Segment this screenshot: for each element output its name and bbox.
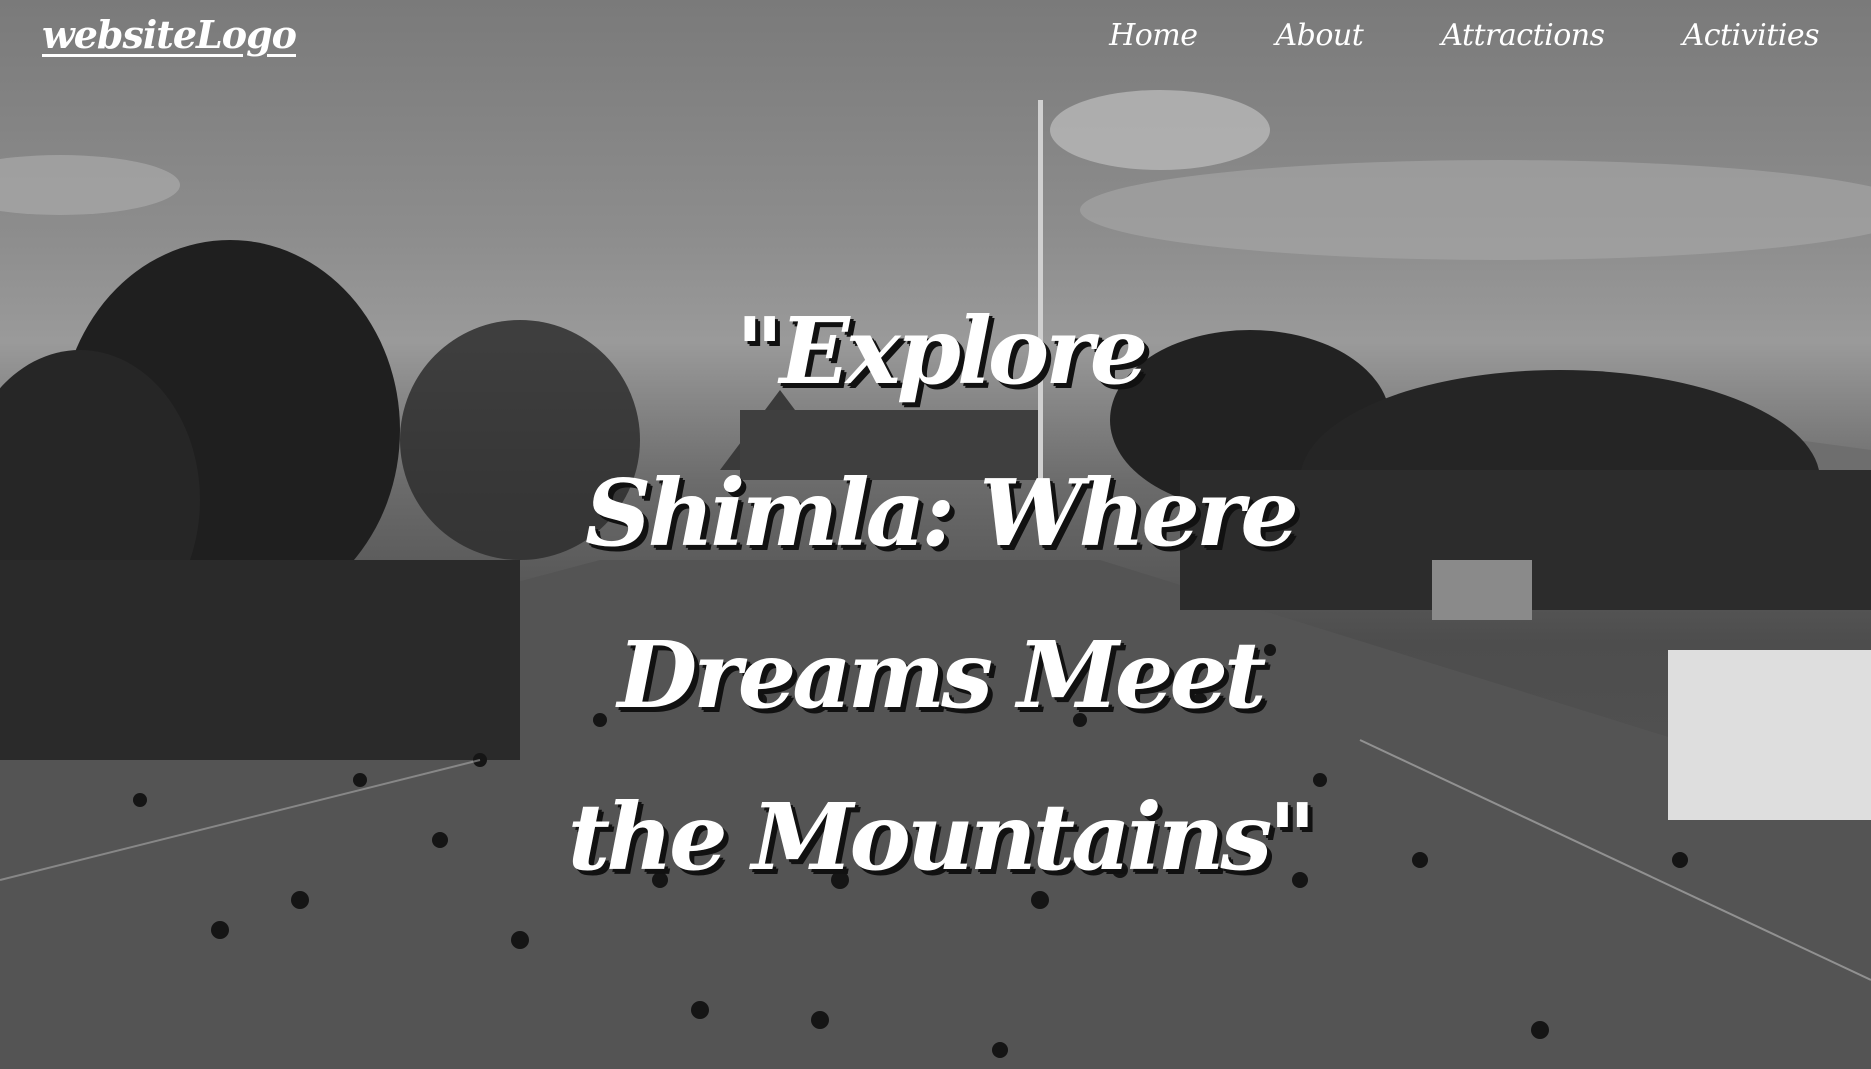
nav-link-activities[interactable]: Activities — [1683, 18, 1820, 53]
website-logo[interactable]: websiteLogo — [42, 12, 297, 57]
nav-link-home[interactable]: Home — [1109, 18, 1198, 53]
navbar: websiteLogo Home About Attractions Activ… — [0, 0, 1871, 90]
nav-menu: Home About Attractions Activities — [1031, 18, 1819, 53]
nav-link-about[interactable]: About — [1276, 18, 1364, 53]
hero-headline: "Explore Shimla: Where Dreams Meet the M… — [567, 297, 1317, 891]
nav-link-attractions[interactable]: Attractions — [1441, 18, 1605, 53]
